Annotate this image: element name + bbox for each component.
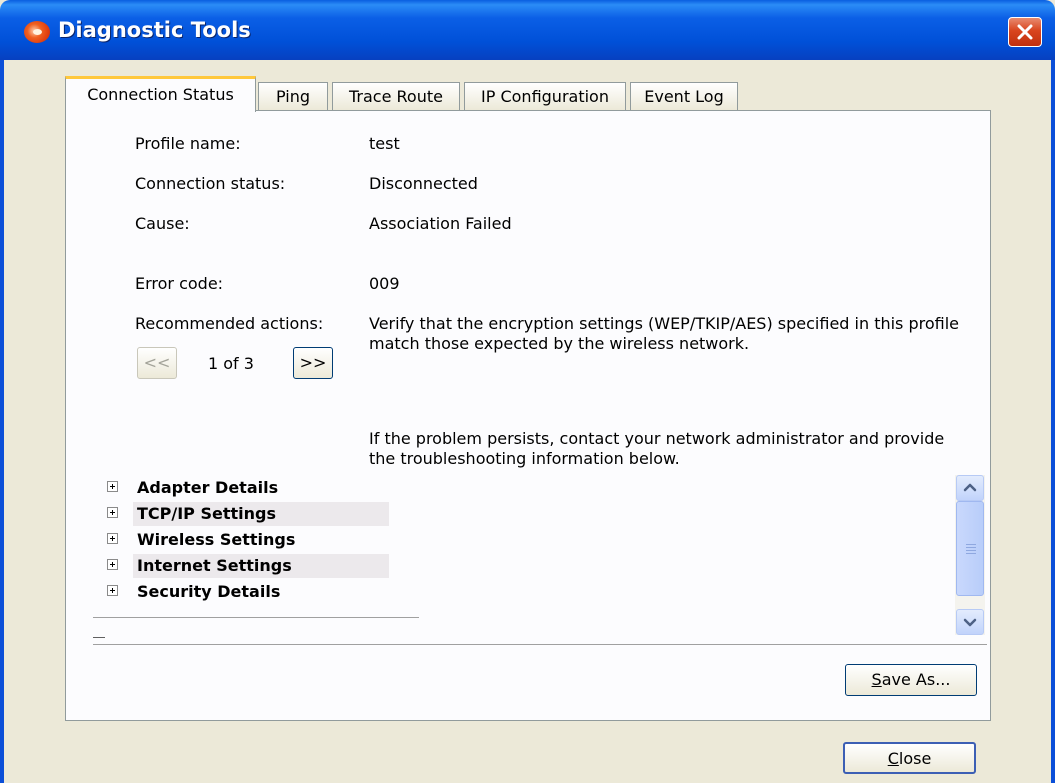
connection-status-value: Disconnected [369,174,478,193]
tab-ip-configuration[interactable]: IP Configuration [464,82,626,110]
scroll-thumb[interactable] [956,501,984,596]
close-button[interactable]: Close [843,742,976,774]
expand-icon[interactable] [107,533,118,544]
close-x-icon [1017,24,1033,40]
app-icon [24,21,50,43]
expand-icon[interactable] [107,585,118,596]
tab-ping[interactable]: Ping [258,82,328,110]
chevron-down-icon [963,618,977,627]
save-as-button[interactable]: Save As... [845,664,977,696]
recommended-actions-text: Verify that the encryption settings (WEP… [369,314,960,353]
expand-icon[interactable] [107,559,118,570]
persist-note: If the problem persists, contact your ne… [369,429,945,468]
connection-status-label: Connection status: [135,174,286,193]
error-code-value: 009 [369,274,400,293]
window-border-right [1051,60,1055,783]
profile-name-label: Profile name: [135,134,241,153]
tree-item-tcpip-settings[interactable]: TCP/IP Settings [103,502,389,526]
details-divider [93,644,987,645]
tree-divider [93,617,419,618]
title-bar[interactable]: Diagnostic Tools [0,0,1055,60]
next-action-button[interactable]: >> [293,347,333,379]
tab-event-log[interactable]: Event Log [630,82,738,110]
connection-status-panel [65,110,991,721]
tree-item-adapter-details[interactable]: Adapter Details [103,476,389,500]
action-page-indicator: 1 of 3 [208,354,254,373]
error-code-label: Error code: [135,274,224,293]
window-close-button[interactable] [1008,17,1042,47]
window-title: Diagnostic Tools [58,18,251,42]
tree-item-internet-settings[interactable]: Internet Settings [103,554,389,578]
scroll-up-button[interactable] [956,475,984,501]
cause-label: Cause: [135,214,190,233]
cause-value: Association Failed [369,214,512,233]
expand-icon[interactable] [107,481,118,492]
tab-trace-route[interactable]: Trace Route [332,82,460,110]
tree-item-wireless-settings[interactable]: Wireless Settings [103,528,389,552]
diagnostic-tools-window: Diagnostic Tools Connection Status Ping … [0,0,1055,783]
scroll-down-button[interactable] [956,609,984,635]
recommended-actions-label: Recommended actions: [135,314,324,333]
tree-item-security-details[interactable]: Security Details [103,580,389,604]
previous-action-button[interactable]: << [137,347,177,379]
profile-name-value: test [369,134,400,153]
window-border-left [0,60,4,783]
tab-connection-status[interactable]: Connection Status [65,76,256,112]
expand-icon[interactable] [107,507,118,518]
tree-collapse-mark [93,637,105,638]
chevron-up-icon [963,483,977,492]
